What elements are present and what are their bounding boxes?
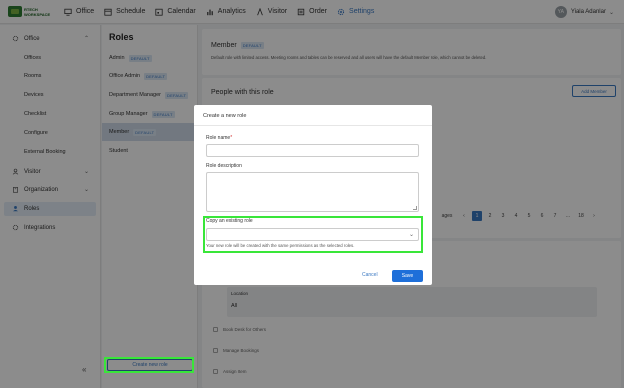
dialog-title: Create a new role bbox=[203, 113, 247, 119]
create-role-highlight bbox=[104, 357, 194, 373]
role-description-label: Role description bbox=[206, 163, 242, 169]
cancel-button[interactable]: Cancel bbox=[362, 272, 378, 278]
save-button[interactable]: Save bbox=[392, 270, 423, 282]
role-name-label: Role name* bbox=[206, 135, 233, 141]
resize-handle-icon[interactable] bbox=[413, 206, 417, 210]
create-role-dialog: Create a new role Role name* Role descri… bbox=[194, 105, 432, 285]
copy-role-highlight bbox=[203, 216, 423, 253]
role-description-textarea[interactable] bbox=[206, 172, 419, 212]
divider bbox=[194, 125, 432, 126]
role-name-input[interactable] bbox=[206, 144, 419, 157]
